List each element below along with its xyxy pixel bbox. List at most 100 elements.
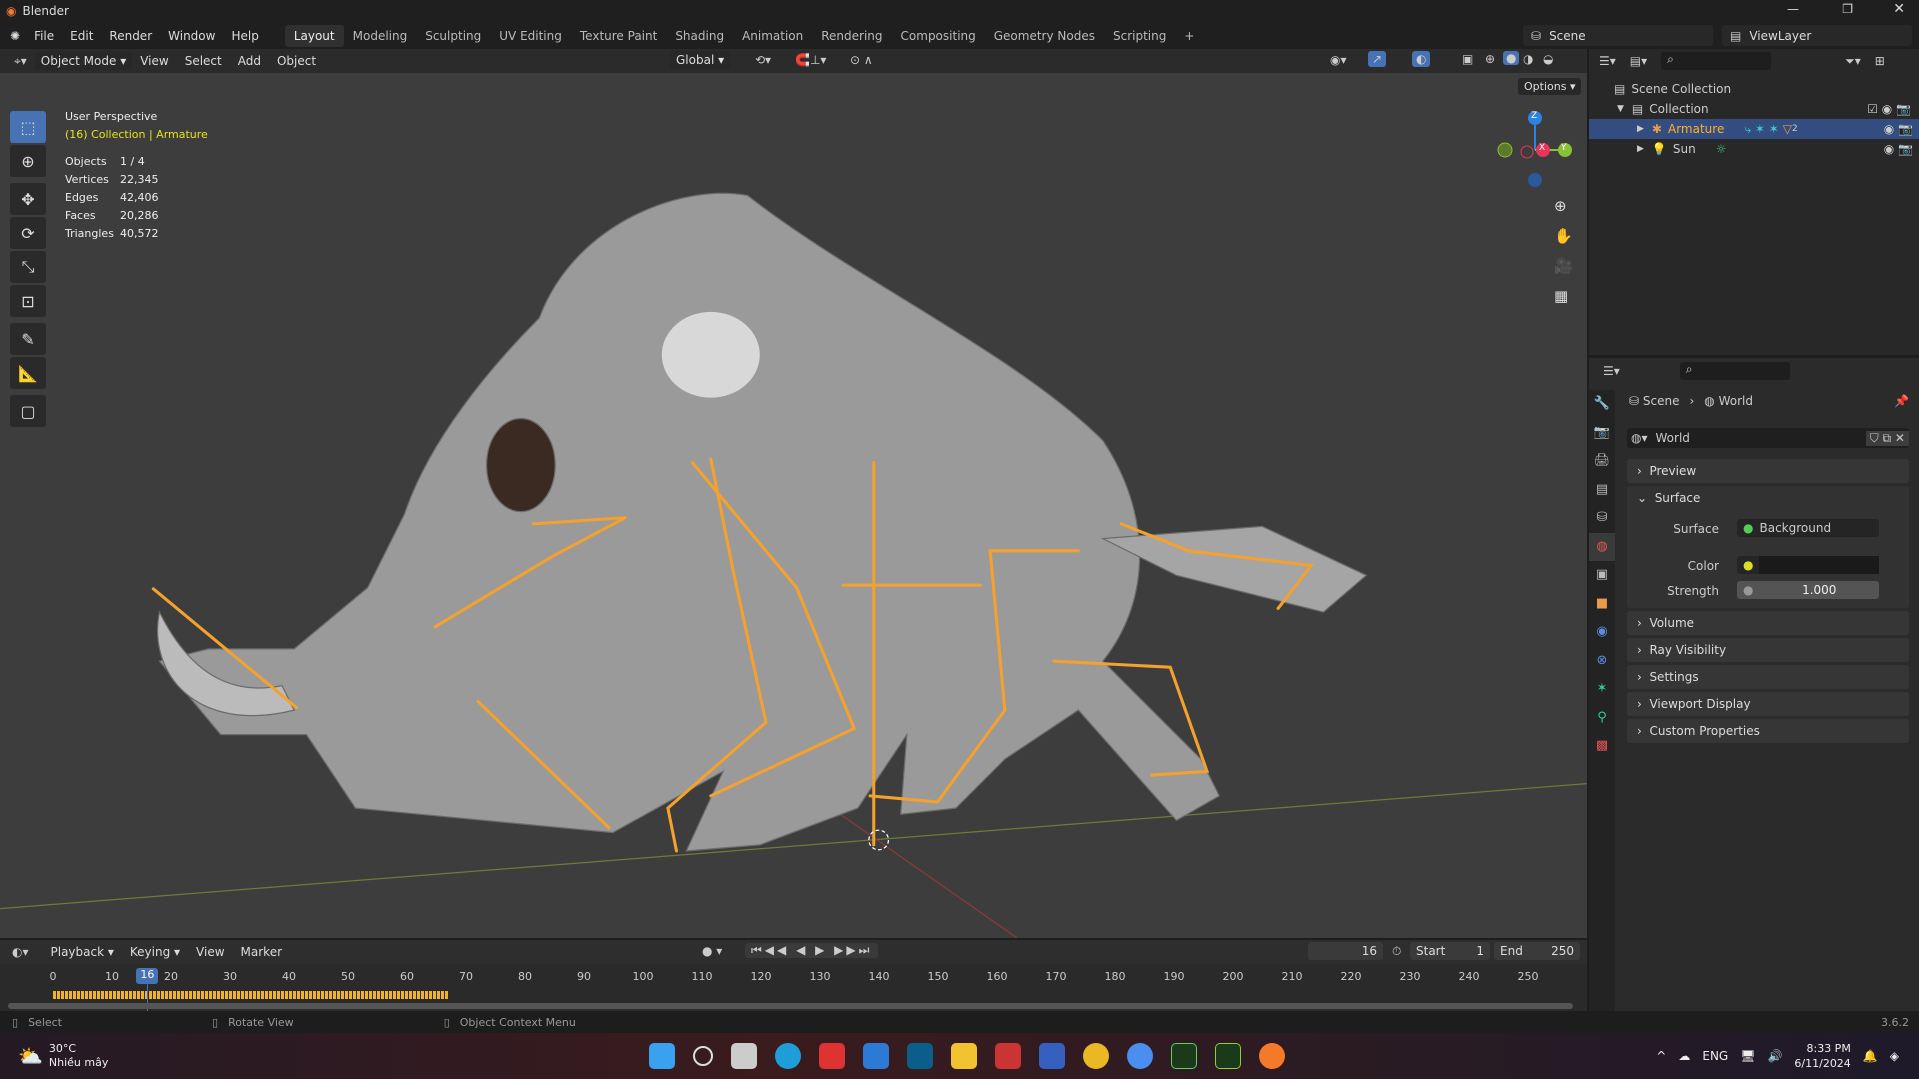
timeline-scrollbar[interactable] xyxy=(8,1003,1573,1009)
object-data-tab-icon[interactable]: ✶ xyxy=(1589,675,1615,704)
blender-menu-icon[interactable]: ✺ xyxy=(10,29,20,43)
panel-custom-properties[interactable]: › Custom Properties xyxy=(1627,719,1909,743)
notification-icon[interactable]: 🔔 xyxy=(1863,1049,1878,1063)
color-swatch[interactable] xyxy=(1759,556,1879,574)
viewport-menu-view[interactable]: View xyxy=(132,54,176,68)
rotate-tool[interactable]: ⟳ xyxy=(10,217,46,249)
menu-file[interactable]: File xyxy=(26,29,62,43)
constraints-tab-icon[interactable]: ⊗ xyxy=(1589,647,1615,676)
visibility-controls[interactable]: ◉ 📷 xyxy=(1884,122,1913,136)
end-frame-field[interactable]: End 250 xyxy=(1494,942,1580,960)
rendered-shading-icon[interactable]: ◒ xyxy=(1543,52,1553,66)
proportional-edit-icon[interactable]: ⊙ ∧ xyxy=(850,53,873,67)
panel-settings[interactable]: › Settings xyxy=(1627,665,1909,689)
menu-edit[interactable]: Edit xyxy=(62,29,101,43)
render-tab-icon[interactable]: 📷 xyxy=(1589,419,1615,448)
physics-tab-icon[interactable]: ◉ xyxy=(1589,618,1615,647)
app-icon[interactable] xyxy=(1215,1043,1241,1069)
app-icon[interactable] xyxy=(819,1043,845,1069)
color-field[interactable]: ● xyxy=(1737,556,1879,574)
camera-icon[interactable]: 🎥 xyxy=(1554,257,1573,275)
transform-orientation-dropdown[interactable]: Global ▾ xyxy=(670,51,731,69)
world-tab-icon[interactable]: ◍ xyxy=(1589,532,1615,561)
outliner-item-collection[interactable]: ▼ ▤ Collection ☑ ◉ 📷 xyxy=(1617,99,1917,119)
tool-tab-icon[interactable]: 🔧 xyxy=(1589,390,1615,419)
properties-tabs[interactable]: 🔧 📷 🖨 ▤ ⛁ ◍ ▣ ■ ◉ ⊗ ✶ ⚲ ▩ xyxy=(1589,390,1615,1011)
expand-arrow-icon[interactable]: ▼ xyxy=(1617,104,1624,114)
navigation-gizmo[interactable]: Z X Y xyxy=(1495,108,1575,188)
outliner-item-sun[interactable]: ▶ 💡 Sun ☼ ◉ 📷 xyxy=(1589,139,1919,159)
overlay-toggle-icon[interactable]: ◐ xyxy=(1412,51,1431,67)
tab-texture-paint[interactable]: Texture Paint xyxy=(571,25,666,47)
tab-geometry-nodes[interactable]: Geometry Nodes xyxy=(985,25,1104,47)
3d-viewport[interactable]: ⬚ ⊕ ✥ ⟳ ⤡ ⊡ ✎ 📐 ▢ User Perspective (16) … xyxy=(0,73,1587,938)
grid-ortho-icon[interactable]: ▦ xyxy=(1554,287,1568,305)
search-icon[interactable] xyxy=(693,1046,713,1066)
timeline-menu-keying[interactable]: Keying ▾ xyxy=(122,945,188,959)
annotate-tool[interactable]: ✎ xyxy=(10,323,46,355)
auto-keying-icon[interactable]: ● ▾ xyxy=(702,944,722,958)
panel-viewport-display[interactable]: › Viewport Display xyxy=(1627,692,1909,716)
tab-compositing[interactable]: Compositing xyxy=(892,25,985,47)
minimize-button[interactable]: — xyxy=(1787,2,1799,16)
view-layer-tab-icon[interactable]: ▤ xyxy=(1589,476,1615,505)
filter-layer-icon[interactable]: ▤▾ xyxy=(1630,54,1647,68)
playback-controls[interactable]: ⏮◀◀ ◀ ▶ ▶▶⏭ xyxy=(745,943,879,958)
panel-volume[interactable]: › Volume xyxy=(1627,611,1909,635)
output-tab-icon[interactable]: 🖨 xyxy=(1589,447,1615,476)
strength-field[interactable]: ● 1.000 xyxy=(1737,581,1879,599)
playhead[interactable]: 16 xyxy=(136,968,159,984)
edge-icon[interactable] xyxy=(775,1043,801,1069)
surface-shader-field[interactable]: ● Background xyxy=(1737,519,1879,537)
menu-help[interactable]: Help xyxy=(223,29,266,43)
outliner-search-input[interactable]: ⌕ xyxy=(1661,52,1772,70)
tab-animation[interactable]: Animation xyxy=(733,25,812,47)
options-dropdown[interactable]: Options ▾ xyxy=(1518,78,1582,95)
viewport-menu-object[interactable]: Object xyxy=(269,54,324,68)
app-icon[interactable] xyxy=(995,1043,1021,1069)
current-frame-field[interactable]: 16 xyxy=(1308,942,1383,960)
pan-hand-icon[interactable]: ✋ xyxy=(1554,227,1573,245)
weather-widget[interactable]: ⛅ 30°C Nhiều mây xyxy=(18,1042,108,1070)
visibility-controls[interactable]: ◉ 📷 xyxy=(1884,142,1913,156)
app-icon[interactable] xyxy=(1039,1043,1065,1069)
timeline-menu-playback[interactable]: Playback ▾ xyxy=(43,945,122,959)
blender-taskbar-icon[interactable] xyxy=(1259,1043,1285,1069)
panel-surface-header[interactable]: ⌄ Surface xyxy=(1627,486,1909,510)
preview-range-icon[interactable]: ⏱ xyxy=(1392,944,1401,959)
store-icon[interactable] xyxy=(863,1043,889,1069)
collection-tab-icon[interactable]: ▣ xyxy=(1589,561,1615,590)
chrome-icon[interactable] xyxy=(1083,1043,1109,1069)
zoom-icon[interactable]: ⊕ xyxy=(1554,197,1567,215)
outliner-item-scene-collection[interactable]: ▤ Scene Collection xyxy=(1614,79,1731,99)
add-workspace-button[interactable]: + xyxy=(1175,25,1203,47)
skype-icon[interactable] xyxy=(907,1043,933,1069)
mode-dropdown[interactable]: Object Mode ▾ xyxy=(34,52,133,70)
properties-search-input[interactable]: ⌕ xyxy=(1679,362,1790,380)
bone-tab-icon[interactable]: ⚲ xyxy=(1589,704,1615,733)
chevron-up-icon[interactable]: ^ xyxy=(1656,1049,1666,1063)
start-frame-field[interactable]: Start 1 xyxy=(1410,942,1490,960)
scale-tool[interactable]: ⤡ xyxy=(10,251,46,283)
file-explorer-icon[interactable] xyxy=(951,1043,977,1069)
clock[interactable]: 8:33 PM 6/11/2024 xyxy=(1794,1041,1850,1071)
chrome-profile-icon[interactable] xyxy=(1127,1043,1153,1069)
menu-window[interactable]: Window xyxy=(160,29,223,43)
xray-icon[interactable]: ▣ xyxy=(1462,52,1473,66)
tab-rendering[interactable]: Rendering xyxy=(812,25,891,47)
tab-layout[interactable]: Layout xyxy=(284,24,344,47)
visibility-controls[interactable]: ☑ ◉ 📷 xyxy=(1867,102,1911,116)
world-datablock-selector[interactable]: ◍▾ World ⛉ ⧉ ✕ xyxy=(1627,428,1909,448)
language-indicator[interactable]: ENG xyxy=(1702,1049,1728,1063)
menu-render[interactable]: Render xyxy=(101,29,160,43)
cloud-icon[interactable]: ☁ xyxy=(1678,1049,1690,1063)
select-box-tool[interactable]: ⬚ xyxy=(10,111,46,143)
filter-icon[interactable]: ⏷▾ xyxy=(1845,54,1861,69)
pin-icon[interactable]: 📌 xyxy=(1894,394,1909,408)
pivot-icon[interactable]: ⟲▾ xyxy=(755,53,771,67)
editor-type-icon[interactable]: ◐▾ xyxy=(12,945,29,959)
expand-arrow-icon[interactable]: ▶ xyxy=(1637,124,1644,134)
wireframe-shading-icon[interactable]: ⊕ xyxy=(1485,52,1495,66)
world-name-input[interactable]: World xyxy=(1656,431,1690,445)
editor-type-icon[interactable]: ⌖▾ xyxy=(14,54,27,69)
